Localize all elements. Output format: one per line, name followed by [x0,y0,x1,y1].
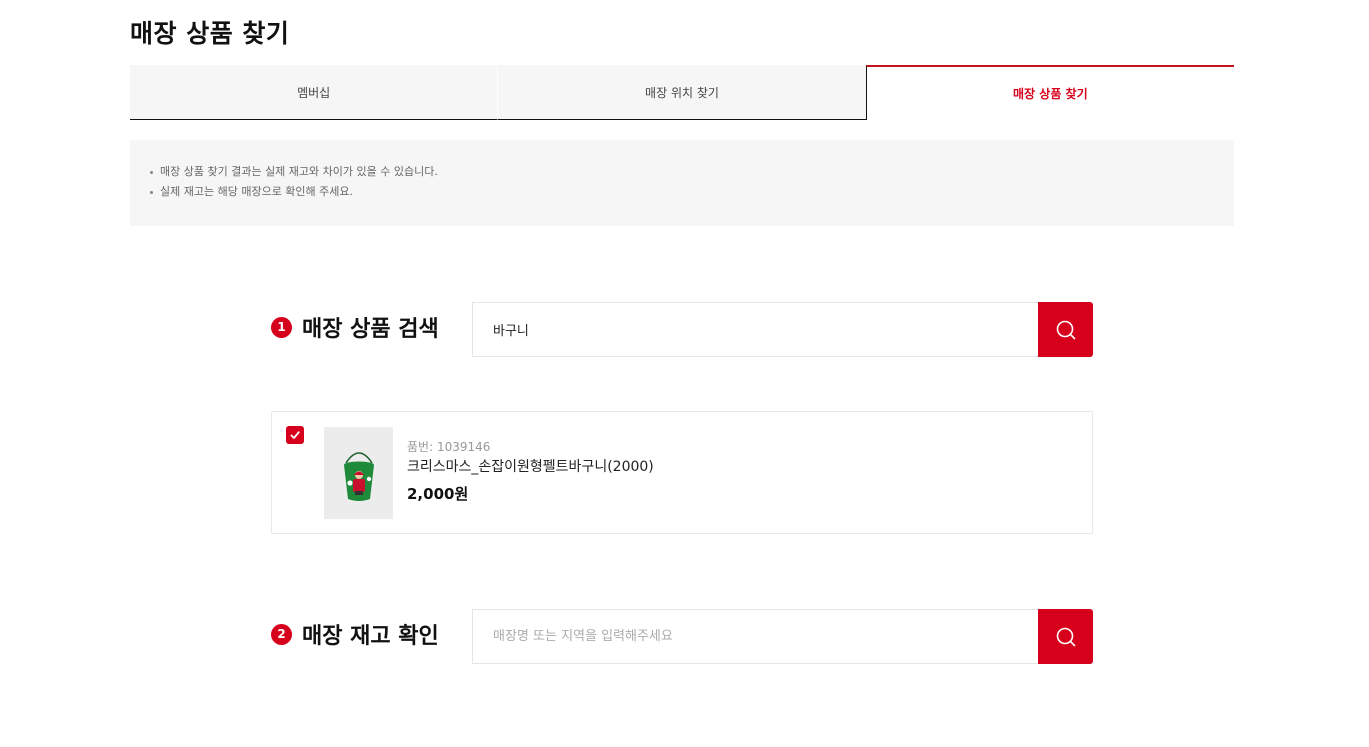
product-result-card[interactable]: 품번: 1039146 크리스마스_손잡이원형펠트바구니(2000) 2,000… [271,411,1093,534]
product-price: 2,000원 [407,485,469,503]
product-name: 크리스마스_손잡이원형펠트바구니(2000) [407,459,654,475]
product-thumbnail [324,427,393,519]
step-number-badge: 1 [271,316,292,338]
notice-box: 매장 상품 찾기 결과는 실제 재고와 차이가 있을 수 있습니다. 실제 재고… [130,140,1234,226]
store-search-input[interactable] [472,609,1038,664]
product-code: 품번: 1039146 [407,440,491,454]
product-search-input[interactable] [472,302,1038,357]
step1-heading: 1 매장 상품 검색 [271,311,439,343]
product-info: 품번: 1039146 크리스마스_손잡이원형펠트바구니(2000) 2,000… [407,440,654,504]
felt-basket-image [343,452,374,501]
product-checkbox[interactable] [286,426,304,444]
tab-bar: 멤버십 매장 위치 찾기 매장 상품 찾기 [130,65,1234,120]
notice-line: 매장 상품 찾기 결과는 실제 재고와 차이가 있을 수 있습니다. [150,162,1234,182]
product-search-button[interactable] [1038,302,1093,357]
step2-label: 매장 재고 확인 [302,624,439,649]
search-icon [1056,627,1075,646]
tab-store-product[interactable]: 매장 상품 찾기 [865,65,1234,120]
page-title: 매장 상품 찾기 [130,19,290,48]
tab-membership[interactable]: 멤버십 [130,65,498,120]
search-icon [1056,320,1075,339]
step1-label: 매장 상품 검색 [302,317,439,342]
store-search-button[interactable] [1038,609,1093,664]
step2-heading: 2 매장 재고 확인 [271,618,439,650]
check-icon [290,431,300,439]
step-number-badge: 2 [271,623,292,645]
tab-store-location[interactable]: 매장 위치 찾기 [497,65,866,120]
notice-line: 실제 재고는 해당 매장으로 확인해 주세요. [150,182,1234,202]
